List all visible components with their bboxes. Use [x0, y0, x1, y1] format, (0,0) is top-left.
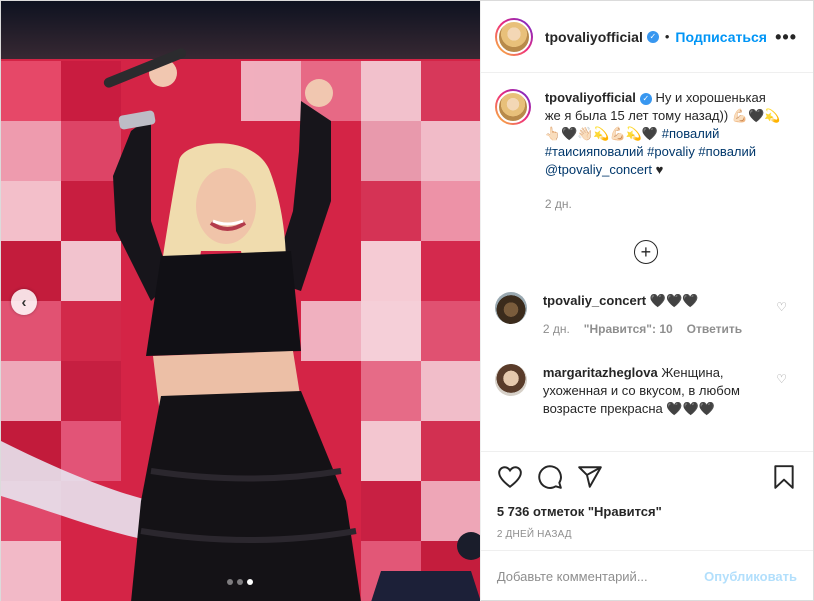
likes-count[interactable]: 5 736 отметок "Нравится" — [497, 504, 797, 519]
caption-avatar[interactable] — [494, 89, 531, 125]
comments-list[interactable]: tpovaliyofficial ✓ Ну и хорошенькая же я … — [481, 73, 813, 451]
comment-likes[interactable]: "Нравится": 10 — [584, 320, 673, 338]
verified-icon: ✓ — [646, 30, 659, 43]
post-photo[interactable]: ‹ — [1, 1, 480, 601]
comment-item: tpovaliy_concert 🖤🖤🖤 2 дн. "Нравится": 1… — [494, 292, 797, 338]
caption-time: 2 дн. — [544, 197, 572, 211]
commenter-avatar[interactable] — [494, 364, 527, 396]
heart-icon[interactable] — [497, 464, 523, 490]
carousel-dot — [237, 579, 243, 585]
caption-tail: ♥ — [655, 162, 664, 177]
plus-circle-icon: + — [640, 242, 652, 262]
chevron-left-icon: ‹ — [21, 293, 27, 311]
previous-slide-button[interactable]: ‹ — [11, 289, 37, 315]
comment-username[interactable]: tpovaliy_concert — [543, 293, 646, 308]
post-header: tpovaliyofficial ✓ • Подписаться ••• — [480, 1, 813, 73]
share-icon[interactable] — [577, 464, 603, 490]
add-comment-bar: Добавьте комментарий... Опубликовать — [480, 550, 813, 601]
post-date: 2 ДНЕЙ НАЗАД — [496, 529, 572, 540]
carousel-indicator — [227, 579, 253, 585]
author-avatar[interactable] — [494, 17, 533, 56]
comment-like-heart-icon[interactable]: ♡ — [776, 372, 787, 386]
comment-like-heart-icon[interactable]: ♡ — [776, 300, 787, 314]
post-caption: tpovaliyofficial ✓ Ну и хорошенькая же я … — [494, 89, 797, 213]
load-more-comments-button[interactable]: + — [633, 240, 658, 264]
post-actions: 5 736 отметок "Нравится" 2 ДНЕЙ НАЗАД — [480, 451, 813, 551]
comment-item: margaritazheglova Женщина, ухоженная и с… — [494, 364, 797, 418]
post-details-panel: tpovaliyofficial ✓ • Подписаться ••• tpo… — [479, 1, 813, 601]
carousel-dot — [227, 579, 233, 585]
concert-photo — [1, 1, 480, 601]
comment-username[interactable]: margaritazheglova — [543, 365, 658, 380]
verified-icon: ✓ — [639, 93, 652, 105]
more-options-icon[interactable]: ••• — [775, 28, 797, 46]
separator-dot: • — [664, 29, 670, 44]
commenter-avatar[interactable] — [494, 292, 527, 324]
author-username[interactable]: tpovaliyofficial — [545, 29, 643, 45]
comment-reply-button[interactable]: Ответить — [687, 320, 742, 338]
comment-time: 2 дн. — [542, 322, 570, 336]
caption-mention[interactable]: @tpovaliy_concert — [545, 162, 652, 177]
caption-username[interactable]: tpovaliyofficial — [545, 90, 636, 105]
comment-icon[interactable] — [537, 464, 563, 490]
carousel-dot-active — [247, 579, 253, 585]
bookmark-icon[interactable] — [771, 464, 797, 490]
publish-button[interactable]: Опубликовать — [704, 569, 797, 584]
instagram-post: ‹ tpovaliyofficial ✓ • Подписаться ••• t… — [0, 0, 814, 601]
follow-button[interactable]: Подписаться — [675, 29, 767, 45]
comment-text: 🖤🖤🖤 — [649, 293, 699, 308]
comment-input[interactable]: Добавьте комментарий... — [497, 569, 704, 584]
comment-meta: 2 дн. "Нравится": 10 Ответить — [543, 320, 757, 338]
